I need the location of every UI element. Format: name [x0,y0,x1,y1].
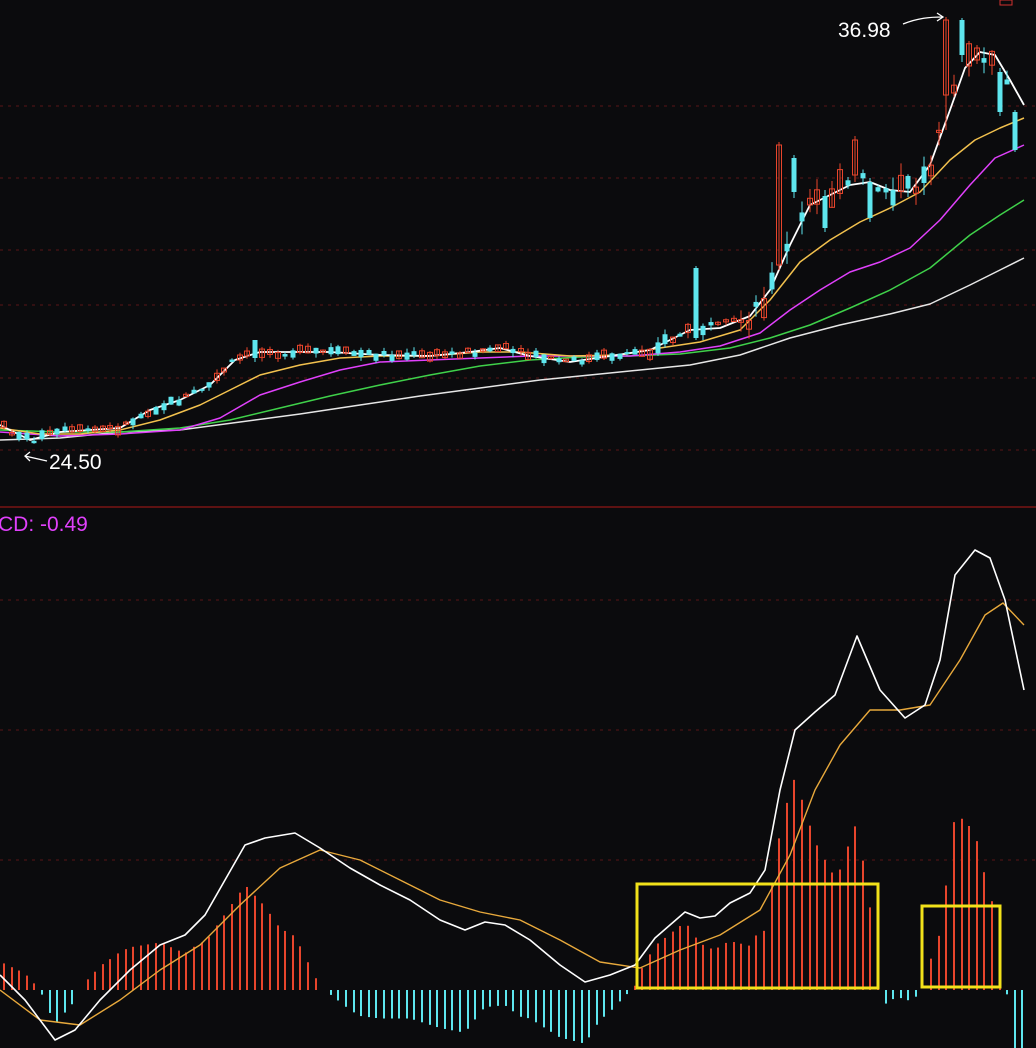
candle-body-down [784,243,790,252]
candle-body-down [541,354,547,364]
candle-body-down [981,58,987,63]
candle-body-down [632,349,638,355]
candle-body-down [700,325,706,336]
candle-body-down [617,353,623,359]
candle-body-down [290,350,296,358]
corner-marker [999,0,1013,6]
candle-body-down [655,342,661,354]
high-price-annotation: 36.98 [838,12,945,42]
candle-body-down [487,347,493,352]
candle-body-down [161,403,167,411]
high-price-label: 36.98 [838,19,891,42]
candle-body-down [85,428,91,431]
candle-body-down [206,382,212,388]
candle-body-down [62,426,68,431]
candle-body-down [39,430,45,439]
candle-body-down [571,356,577,361]
candle-body-down [404,352,410,360]
candle-body-down [594,352,600,360]
candle-body-down [16,431,22,440]
candle-body-down [153,406,159,415]
candle-body-down [1012,112,1018,150]
candle-body-down [366,349,372,355]
candle-body-down [693,268,699,338]
candle-body-down [875,187,881,192]
candle-body-down [860,173,866,179]
moving-average-line [0,51,1025,441]
candle-body-down [229,359,235,363]
candle-body-down [624,352,630,355]
candle-body-down [579,360,585,365]
macd-value-label: CD: -0.49 [0,513,88,536]
candle-body-down [54,428,60,435]
moving-average-lines [0,51,1025,441]
low-price-label: 24.50 [49,451,102,474]
candle-body-down [449,351,455,355]
candle-body-down [1004,79,1010,85]
candle-body-down [556,358,562,363]
candle-body-down [997,72,1003,112]
candle-body-down [282,354,288,357]
candle-body-down [799,212,805,222]
candle-body-down [168,396,174,405]
grid-lines [0,105,1036,861]
candle-body-down [381,350,387,356]
candle-body-down [252,340,258,358]
candle-body-down [373,353,379,361]
candle-body-down [191,389,197,394]
candle-body-down [921,166,927,184]
candle-body-down [335,346,341,355]
candle-body-down [845,180,851,186]
candle-body-down [24,432,30,440]
candle-body-down [472,352,478,357]
candle-body-down [662,334,668,345]
candle-body-down [176,399,182,406]
macd-histogram [3,779,1023,1048]
candle-body-down [890,190,896,206]
candle-body-down [411,351,417,356]
candle-body-down [510,348,516,354]
candle-body-down [313,347,319,354]
candle-body-down [31,440,37,444]
candle-body-down [609,353,615,361]
candle-body-down [905,175,911,189]
candle-body-down [677,333,683,337]
moving-average-line [0,117,1025,435]
candle-body-down [358,349,364,358]
candle-body-down [533,350,539,357]
candle-body-down [138,413,144,419]
candle-body-down [959,20,965,55]
candle-body-down [753,301,759,307]
candle-body-down [328,347,334,355]
candle-body-down [867,182,873,218]
candle-body-down [883,188,889,193]
candle-body-down [389,354,395,362]
candle-body-down [822,196,828,228]
moving-average-line [0,199,1025,433]
candlesticks [1,17,1018,444]
candle-body-down [708,322,714,326]
low-price-annotation: 24.50 [24,451,102,474]
candle-body-down [130,418,136,426]
candle-body-down [351,351,357,356]
candle-body-down [769,272,775,290]
candle-body-down [199,388,205,391]
stock-chart: 36.98 24.50 CD: -0.49 [0,0,1036,1048]
chart-canvas: 36.98 24.50 CD: -0.49 [0,0,1036,1048]
candle-body-down [791,158,797,192]
